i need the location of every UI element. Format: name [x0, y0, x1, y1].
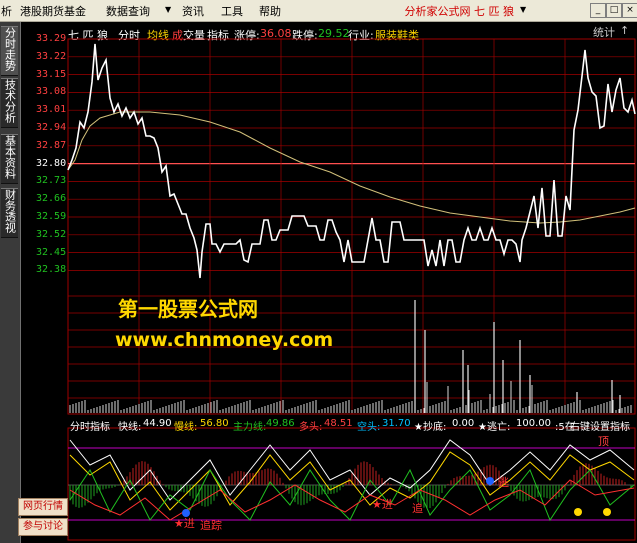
track-signal-label: 追踪: [200, 519, 222, 532]
average-price-line: [67, 111, 636, 224]
buy-signal-label: ★进: [372, 498, 393, 511]
bottom-label: ★抄底:: [414, 422, 447, 433]
bottom-value: 0.00: [452, 418, 475, 429]
watermark-url: www.chnmoney.com: [115, 329, 334, 351]
escape-label: ★逃亡:: [478, 422, 511, 433]
bear-value: 31.70: [382, 418, 411, 429]
signal-dot: [574, 508, 582, 516]
watermark-title: 第一股票公式网: [118, 297, 258, 321]
top-signal-label: 顶: [598, 435, 609, 448]
web-quotes-button[interactable]: 网页行情: [18, 498, 68, 516]
bull-label: 多头:: [299, 422, 323, 433]
bull-value: 48.51: [324, 418, 353, 429]
slow-value: 56.80: [200, 418, 229, 429]
main-label: 主力线:: [233, 422, 267, 433]
escape-signal-label: 逃: [498, 476, 509, 489]
buy-signal-dot: [486, 477, 494, 485]
set-indicator-button[interactable]: 右键设置指标: [570, 418, 630, 433]
signal-dot: [603, 508, 611, 516]
time-grid: [138, 39, 566, 414]
fast-value: 44.90: [143, 418, 172, 429]
chase-signal-label: 追: [412, 502, 423, 515]
intraday-chart: [67, 38, 636, 541]
indicator-name[interactable]: 分时指标: [70, 418, 110, 433]
fast-label: 快线:: [118, 422, 142, 433]
buy-signal-label: ★进: [174, 517, 195, 530]
discuss-button[interactable]: 参与讨论: [18, 518, 68, 536]
slow-label: 慢线:: [174, 422, 198, 433]
main-value: 49.86: [266, 418, 295, 429]
price-line: [67, 43, 636, 279]
bear-label: 空头:: [357, 422, 381, 433]
escape-value: 100.00: [516, 418, 551, 429]
